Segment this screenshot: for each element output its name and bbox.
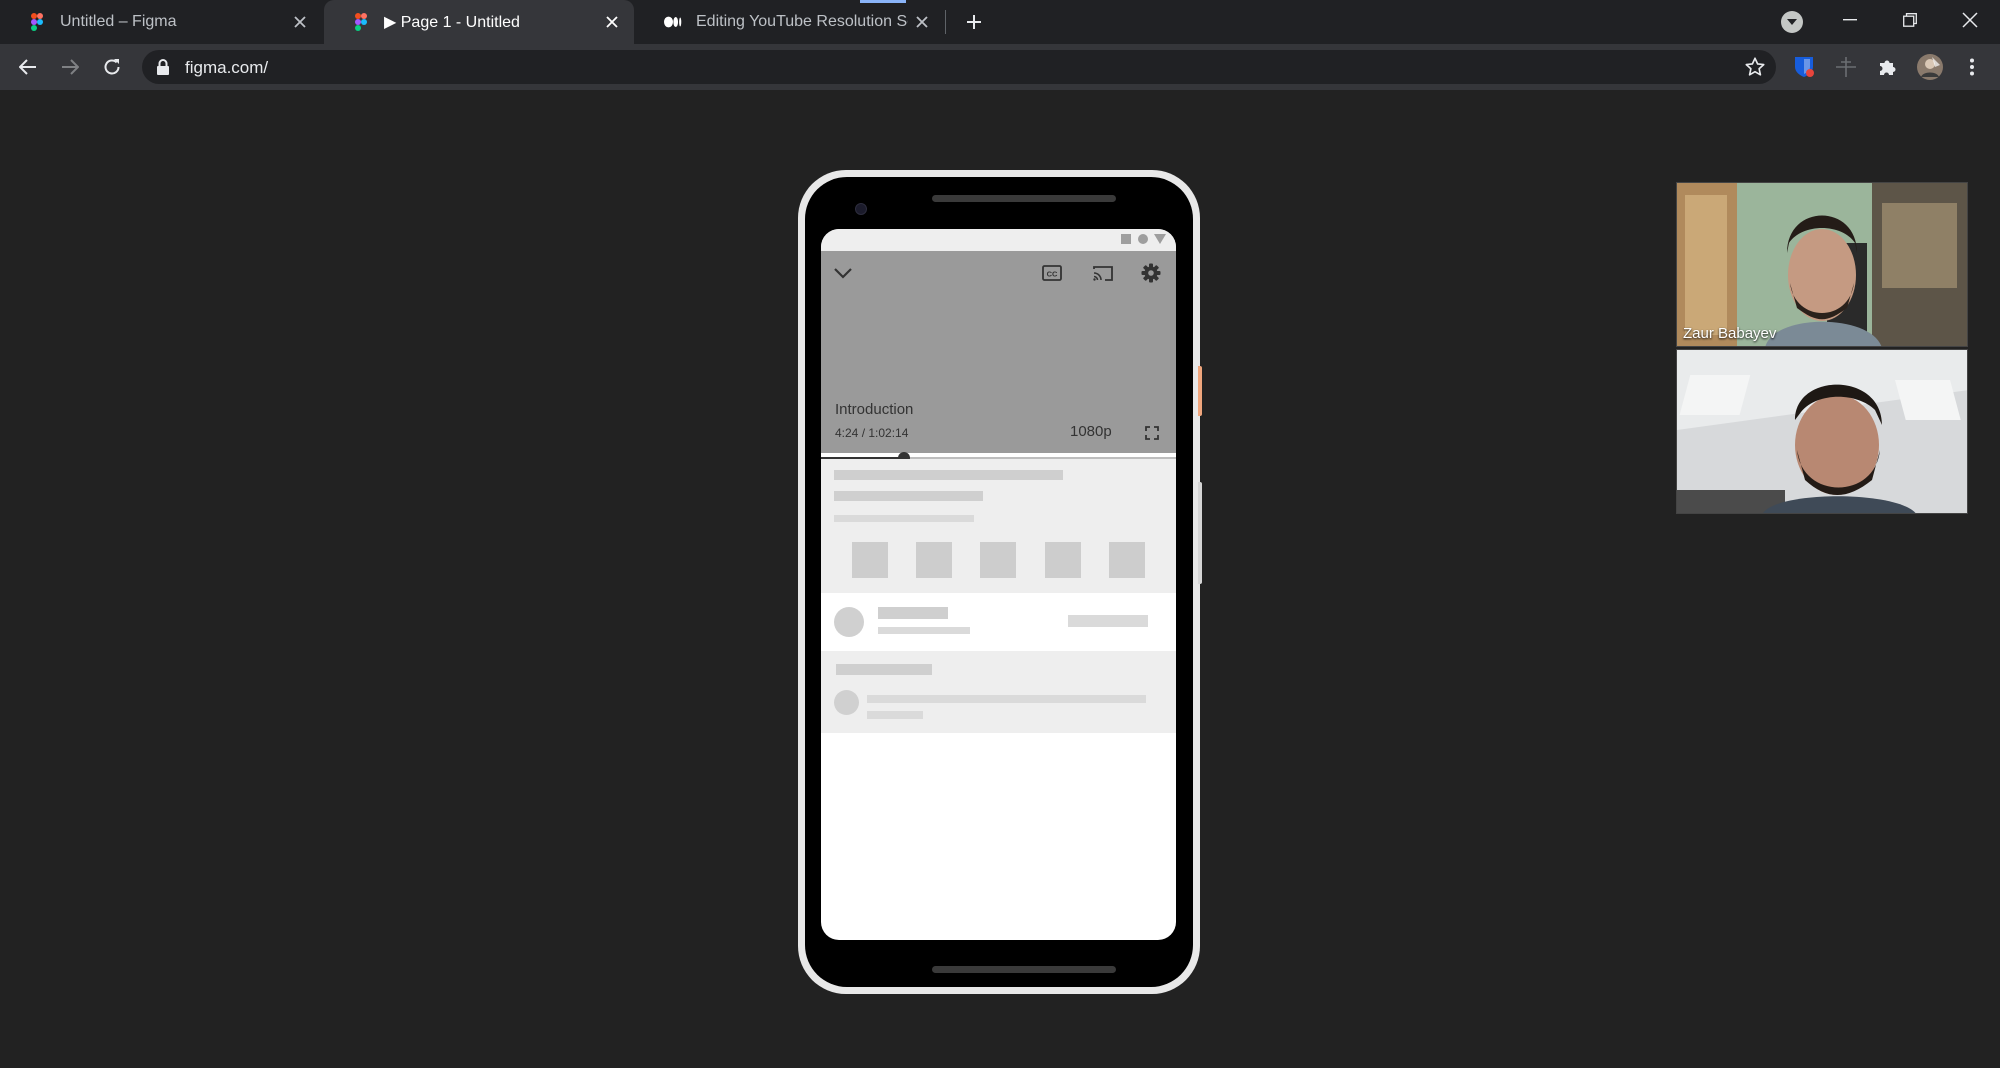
close-icon xyxy=(1962,12,1978,28)
reload-button[interactable] xyxy=(96,51,128,83)
fullscreen-icon[interactable] xyxy=(1140,421,1164,445)
tab-loading-indicator xyxy=(860,0,906,3)
placeholder-line xyxy=(834,470,1063,480)
back-button[interactable] xyxy=(12,51,44,83)
participant-video xyxy=(1677,183,1967,346)
phone-volume-button xyxy=(1198,482,1202,584)
placeholder-line xyxy=(867,711,923,719)
phone-speaker xyxy=(932,966,1116,973)
tab-title: Untitled – Figma xyxy=(60,13,177,30)
prototype-screen[interactable]: CC Introduction 4:24 / 1:02:14 1080p xyxy=(821,229,1176,940)
action-button-placeholder[interactable] xyxy=(1109,542,1145,578)
tab-title: Editing YouTube Resolution Setti xyxy=(696,13,908,30)
placeholder-line xyxy=(834,515,974,522)
settings-icon[interactable] xyxy=(1139,261,1163,285)
restore-icon xyxy=(1903,13,1917,27)
action-button-placeholder[interactable] xyxy=(980,542,1016,578)
tab-search-button[interactable] xyxy=(1781,11,1803,33)
subscribe-placeholder[interactable] xyxy=(1068,615,1148,627)
tab-untitled-figma[interactable]: Untitled – Figma xyxy=(0,0,322,44)
tab-page1-untitled[interactable]: ▶ Page 1 - Untitled xyxy=(324,0,634,44)
shield-icon xyxy=(1795,57,1814,77)
chevron-down-icon[interactable] xyxy=(831,261,855,285)
action-button-placeholder[interactable] xyxy=(916,542,952,578)
phone-speaker xyxy=(932,195,1116,202)
address-bar[interactable]: figma.com/ xyxy=(142,50,1776,84)
close-icon[interactable] xyxy=(286,8,314,36)
browser-toolbar: figma.com/ xyxy=(0,44,2000,90)
reload-icon xyxy=(104,59,120,75)
plus-icon xyxy=(967,15,981,29)
video-title: Introduction xyxy=(835,401,914,418)
resolution-label[interactable]: 1080p xyxy=(1070,423,1112,440)
placeholder-line xyxy=(836,664,932,675)
new-tab-button[interactable] xyxy=(960,8,988,36)
more-vert-icon xyxy=(1970,58,1974,76)
arrow-left-icon xyxy=(19,59,36,75)
lock-icon xyxy=(157,59,169,75)
participant-tile[interactable]: Zaur Babayev xyxy=(1676,182,1968,347)
placeholder-line xyxy=(878,627,970,634)
restore-button[interactable] xyxy=(1882,0,1938,40)
comments-section[interactable] xyxy=(821,651,1176,733)
placeholder-line xyxy=(867,695,1146,703)
camera-icon xyxy=(855,203,867,215)
figma-icon xyxy=(28,13,46,31)
profile-avatar[interactable] xyxy=(1914,51,1946,83)
video-info-section xyxy=(821,459,1176,593)
tab-editing-youtube[interactable]: Editing YouTube Resolution Setti xyxy=(636,0,944,44)
avatar[interactable] xyxy=(834,607,864,637)
triangle-icon xyxy=(1154,234,1166,244)
circle-icon xyxy=(1138,234,1148,244)
status-bar xyxy=(821,229,1176,251)
bookmark-star-icon[interactable] xyxy=(1744,56,1766,78)
close-icon[interactable] xyxy=(908,8,936,36)
placeholder-line xyxy=(834,491,983,501)
channel-row[interactable] xyxy=(821,593,1176,651)
minimize-icon xyxy=(1843,19,1857,21)
password-manager-extension[interactable] xyxy=(1788,51,1820,83)
action-button-placeholder[interactable] xyxy=(1045,542,1081,578)
tab-separator xyxy=(945,10,946,34)
cast-icon[interactable] xyxy=(1091,261,1115,285)
forward-button[interactable] xyxy=(54,51,86,83)
figma-icon xyxy=(352,13,370,31)
crosshair-icon xyxy=(1836,57,1856,77)
extensions-button[interactable] xyxy=(1872,51,1904,83)
close-window-button[interactable] xyxy=(1942,0,1998,40)
phone-power-button xyxy=(1198,366,1202,416)
measure-extension[interactable] xyxy=(1830,51,1862,83)
puzzle-icon xyxy=(1880,60,1896,75)
participant-name: Zaur Babayev xyxy=(1683,325,1777,342)
placeholder-line xyxy=(878,607,948,619)
tab-strip: Untitled – Figma ▶ Page 1 - Untitled Edi… xyxy=(0,0,2000,44)
chevron-down-icon xyxy=(1787,19,1797,25)
action-button-placeholder[interactable] xyxy=(852,542,888,578)
captions-icon[interactable]: CC xyxy=(1040,261,1064,285)
square-icon xyxy=(1121,234,1131,244)
browser-menu-button[interactable] xyxy=(1956,51,1988,83)
avatar xyxy=(834,690,859,715)
video-timestamp: 4:24 / 1:02:14 xyxy=(835,426,909,440)
minimize-button[interactable] xyxy=(1822,0,1878,40)
participant-video xyxy=(1677,350,1967,513)
avatar-icon xyxy=(1917,54,1943,80)
video-player[interactable]: CC Introduction 4:24 / 1:02:14 1080p xyxy=(821,251,1176,453)
arrow-right-icon xyxy=(62,59,79,75)
medium-icon xyxy=(664,13,682,31)
tab-title: ▶ Page 1 - Untitled xyxy=(384,14,520,31)
close-icon[interactable] xyxy=(598,8,626,36)
svg-text:CC: CC xyxy=(1047,270,1058,279)
url-text: figma.com/ xyxy=(185,58,269,77)
participant-tile[interactable] xyxy=(1676,349,1968,514)
